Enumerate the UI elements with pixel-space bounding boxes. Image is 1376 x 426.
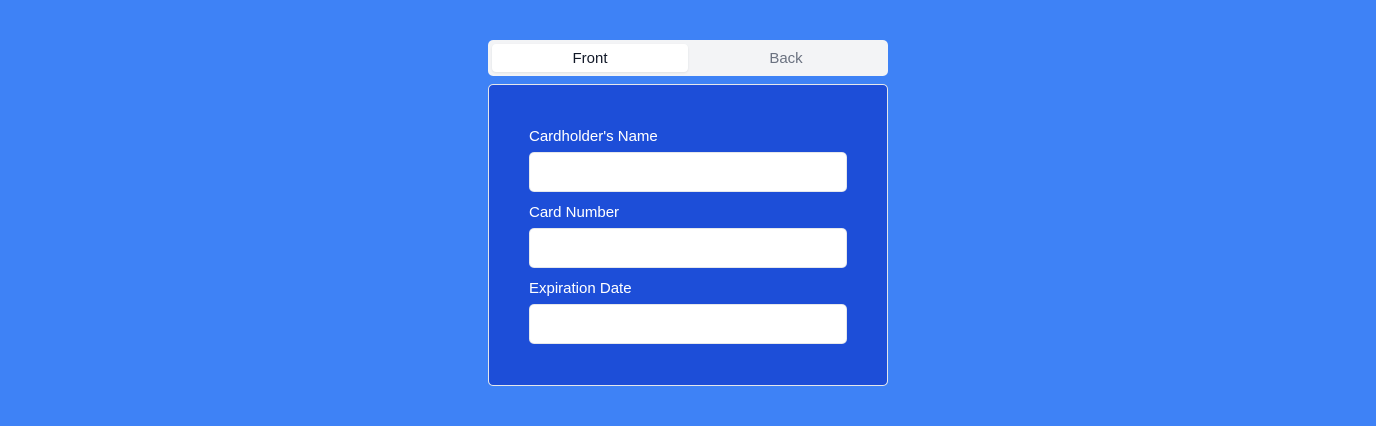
card-number-label: Card Number — [529, 204, 620, 221]
card-editor: Front Back Cardholder's Name Card Number… — [488, 40, 888, 386]
expiration-date-input[interactable] — [529, 304, 847, 344]
tab-back[interactable]: Back — [688, 44, 884, 72]
cardholder-name-input[interactable] — [529, 152, 847, 192]
expiration-date-label: Expiration Date — [529, 280, 632, 297]
side-toggle: Front Back — [488, 40, 888, 76]
tab-front[interactable]: Front — [492, 44, 688, 72]
cardholder-name-label: Cardholder's Name — [529, 128, 658, 145]
card-front-panel: Cardholder's Name Card Number Expiration… — [488, 84, 888, 386]
card-number-input[interactable] — [529, 228, 847, 268]
